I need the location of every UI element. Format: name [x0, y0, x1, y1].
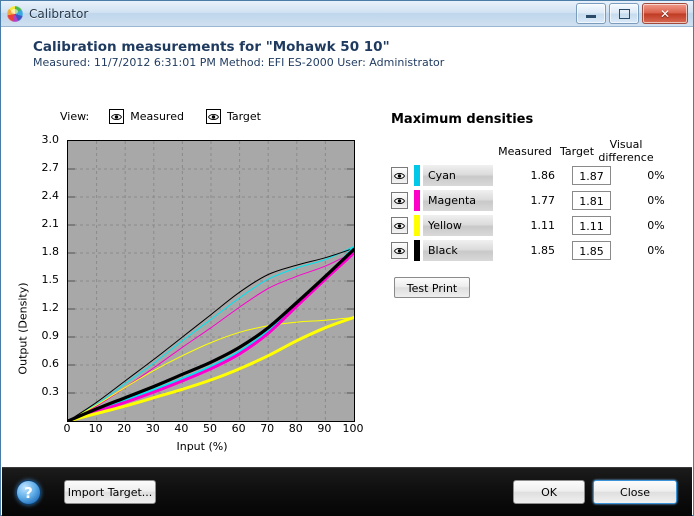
color-swatch-cyan — [414, 165, 420, 186]
chart-x-tick: 10 — [88, 422, 103, 435]
channel-name-yellow[interactable]: Yellow — [423, 215, 493, 236]
chart-y-tick: 0.6 — [41, 357, 60, 370]
color-wheel-icon — [7, 5, 23, 22]
window-controls: ✕ — [576, 3, 688, 24]
help-button[interactable]: ? — [16, 480, 41, 505]
color-swatch-yellow — [414, 215, 420, 236]
chart-x-tick: 30 — [145, 422, 160, 435]
eye-icon — [394, 247, 405, 254]
measured-value-black: 1.85 — [530, 244, 556, 257]
chart-x-tick: 20 — [117, 422, 132, 435]
chart-y-tick: 1.8 — [41, 245, 60, 258]
ok-button[interactable]: OK — [513, 480, 585, 504]
chart-y-tick: 2.7 — [41, 161, 60, 174]
table-row: Magenta 1.77 1.81 0% — [391, 190, 683, 211]
toggle-magenta-button[interactable] — [391, 192, 408, 209]
chart-y-tick: 1.5 — [41, 273, 60, 286]
visual-difference-yellow: 0% — [647, 219, 665, 232]
window-title: Calibrator — [29, 6, 89, 21]
visual-difference-cyan: 0% — [647, 169, 665, 182]
channel-name-magenta[interactable]: Magenta — [423, 190, 493, 211]
visual-difference-black: 0% — [647, 244, 665, 257]
chart-x-tick: 90 — [317, 422, 332, 435]
test-print-button[interactable]: Test Print — [394, 277, 470, 298]
eye-icon — [111, 113, 123, 120]
target-input-cyan[interactable]: 1.87 — [572, 166, 611, 185]
eye-icon — [394, 222, 405, 229]
channel-name-black[interactable]: Black — [423, 240, 493, 261]
close-icon: ✕ — [659, 6, 671, 21]
eye-icon — [394, 172, 405, 179]
measured-value-yellow: 1.11 — [530, 219, 556, 232]
chart-x-axis-label: Input (%) — [176, 440, 228, 453]
chart-y-tick: 1.2 — [41, 301, 60, 314]
eye-icon — [394, 197, 405, 204]
view-label: View: — [60, 110, 90, 123]
color-swatch-magenta — [414, 190, 420, 211]
chart-x-tick: 0 — [63, 422, 71, 435]
page-title: Calibration measurements for "Mohawk 50 … — [33, 39, 390, 55]
chart-x-tick: 60 — [231, 422, 246, 435]
main-content: Calibration measurements for "Mohawk 50 … — [2, 27, 692, 467]
chart-y-tick: 0.9 — [41, 329, 60, 342]
chart-x-tick: 70 — [260, 422, 275, 435]
minimize-icon — [586, 15, 596, 18]
calibrator-window: Calibrator ✕ Calibration measurements fo… — [0, 0, 694, 516]
chart-x-tick: 80 — [288, 422, 303, 435]
target-input-magenta[interactable]: 1.81 — [572, 191, 611, 210]
maximize-button[interactable] — [609, 3, 639, 24]
toggle-black-button[interactable] — [391, 242, 408, 259]
maximize-icon — [618, 8, 630, 19]
table-row: Yellow 1.11 1.11 0% — [391, 215, 683, 236]
toggle-measured-button[interactable] — [109, 109, 125, 124]
target-input-yellow[interactable]: 1.11 — [572, 216, 611, 235]
chart-curves — [68, 141, 354, 421]
view-option-target-label: Target — [226, 110, 261, 123]
densities-table: Cyan 1.86 1.87 0% Magenta 1.77 1.81 0% Y… — [391, 165, 683, 265]
column-header-visual-difference-line2: difference — [598, 151, 654, 164]
view-toggle-row: View: Measured Target — [60, 109, 277, 124]
close-button[interactable]: ✕ — [642, 3, 688, 24]
column-header-visual-difference-line1: Visual — [609, 138, 643, 151]
visual-difference-magenta: 0% — [647, 194, 665, 207]
column-header-measured: Measured — [498, 145, 552, 158]
chart-x-axis-ticks: 0 10 20 30 40 50 60 70 80 90 100 — [2, 422, 377, 438]
chart-y-tick: 0.3 — [41, 385, 60, 398]
color-swatch-black — [414, 240, 420, 261]
eye-icon — [207, 113, 219, 120]
measured-value-cyan: 1.86 — [530, 169, 556, 182]
toggle-cyan-button[interactable] — [391, 167, 408, 184]
import-target-button[interactable]: Import Target... — [64, 480, 156, 504]
view-option-measured-label: Measured — [130, 110, 184, 123]
panel-title: Maximum densities — [391, 112, 534, 127]
chart-y-tick: 2.4 — [41, 189, 60, 202]
target-input-black[interactable]: 1.85 — [572, 241, 611, 260]
channel-name-cyan[interactable]: Cyan — [423, 165, 493, 186]
close-dialog-button[interactable]: Close — [593, 480, 677, 504]
minimize-button[interactable] — [576, 3, 606, 24]
chart-y-axis-label: Output (Density) — [16, 282, 30, 375]
chart-x-tick: 100 — [342, 422, 364, 435]
chart-y-axis-ticks: 0.3 0.6 0.9 1.2 1.5 1.8 2.1 2.4 2.7 3.0 — [29, 127, 60, 417]
chart-x-tick: 50 — [203, 422, 217, 435]
measured-value-magenta: 1.77 — [530, 194, 556, 207]
toggle-target-button[interactable] — [205, 109, 221, 124]
table-row: Black 1.85 1.85 0% — [391, 240, 683, 261]
page-subtitle: Measured: 11/7/2012 6:31:01 PM Method: E… — [33, 56, 445, 69]
calibration-chart: Output (Density) 0.3 0.6 0.9 1.2 1.5 1.8 2.1 2.… — [2, 127, 377, 462]
chart-plot-area — [67, 140, 355, 422]
title-bar: Calibrator ✕ — [1, 1, 693, 27]
toggle-yellow-button[interactable] — [391, 217, 408, 234]
table-row: Cyan 1.86 1.87 0% — [391, 165, 683, 186]
chart-y-tick: 3.0 — [41, 133, 60, 146]
chart-y-tick: 2.1 — [41, 217, 60, 230]
chart-x-tick: 40 — [174, 422, 189, 435]
